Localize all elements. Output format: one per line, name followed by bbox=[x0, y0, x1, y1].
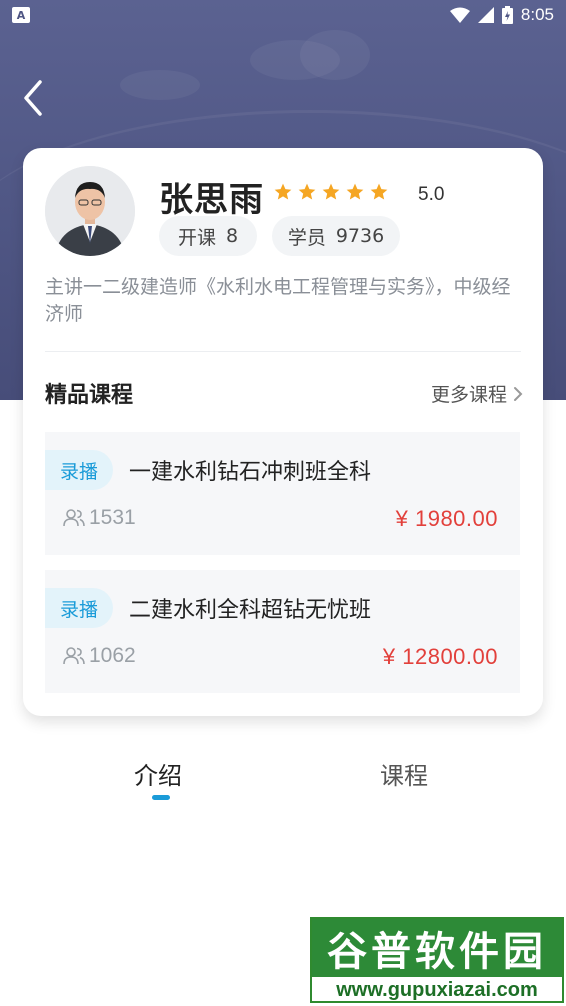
tab-bar: 介绍 课程 bbox=[0, 748, 566, 808]
more-courses-link[interactable]: 更多课程 bbox=[431, 380, 523, 407]
active-tab-indicator bbox=[152, 795, 170, 800]
teacher-bio: 主讲一二级建造师《水利水电工程管理与实务》，中级经济师 bbox=[45, 276, 511, 325]
star-icon bbox=[346, 183, 364, 200]
status-time: 8:05 bbox=[520, 5, 554, 24]
students-count-badge: 学员 9736 bbox=[272, 216, 400, 256]
wifi-icon bbox=[449, 7, 470, 23]
course-card[interactable]: 录播 一建水利钻石冲刺班全科 1531 ¥ 1980.00 bbox=[45, 432, 520, 555]
course-students-count: 1531 bbox=[89, 506, 136, 529]
course-card[interactable]: 录播 二建水利全科超钻无忧班 1062 ¥ 12800.00 bbox=[45, 570, 520, 693]
rating-value: 5.0 bbox=[418, 184, 445, 205]
course-students: 1062 bbox=[63, 644, 136, 668]
watermark-url: www.gupuxiazai.com bbox=[312, 977, 562, 1001]
more-courses-label: 更多课程 bbox=[430, 384, 507, 406]
users-icon bbox=[63, 647, 85, 665]
signal-icon bbox=[477, 7, 494, 23]
users-icon bbox=[63, 509, 85, 527]
courses-count-badge: 开课 8 bbox=[159, 216, 257, 256]
teacher-card: 张思雨 5.0 开课 8 学员 9736 主讲一二级建造师《水利水电工程管理与实… bbox=[23, 148, 543, 716]
watermark-title: 谷普软件园 bbox=[312, 919, 562, 977]
students-count: 9736 bbox=[335, 225, 385, 247]
courses-count: 8 bbox=[225, 225, 239, 247]
watermark-logo: 谷普软件园 www.gupuxiazai.com bbox=[310, 917, 564, 1003]
battery-icon bbox=[501, 6, 513, 24]
course-price: ¥ 1980.00 bbox=[395, 506, 498, 531]
status-bar: A 8:05 bbox=[0, 0, 566, 30]
notification-icon: A bbox=[12, 7, 30, 23]
tab-intro[interactable]: 介绍 bbox=[134, 756, 182, 791]
course-title: 二建水利全科超钻无忧班 bbox=[129, 598, 372, 623]
teacher-avatar bbox=[45, 166, 135, 256]
star-icon bbox=[274, 183, 292, 200]
rating-stars bbox=[273, 182, 389, 202]
chevron-right-icon bbox=[514, 386, 523, 401]
chevron-left-icon bbox=[24, 80, 42, 116]
star-icon bbox=[370, 183, 388, 200]
divider bbox=[45, 351, 521, 352]
course-students-count: 1062 bbox=[89, 644, 136, 667]
course-type-badge: 录播 bbox=[45, 450, 113, 490]
course-title: 一建水利钻石冲刺班全科 bbox=[129, 460, 372, 485]
course-type-badge: 录播 bbox=[45, 588, 113, 628]
course-price: ¥ 12800.00 bbox=[382, 644, 498, 669]
tab-courses[interactable]: 课程 bbox=[380, 756, 428, 791]
star-icon bbox=[322, 183, 340, 200]
star-icon bbox=[298, 183, 316, 200]
students-label: 学员 bbox=[287, 226, 326, 249]
teacher-name: 张思雨 bbox=[159, 180, 264, 220]
courses-label: 开课 bbox=[177, 226, 216, 249]
back-button[interactable] bbox=[18, 76, 54, 120]
course-students: 1531 bbox=[63, 506, 136, 530]
section-title: 精品课程 bbox=[45, 383, 134, 408]
